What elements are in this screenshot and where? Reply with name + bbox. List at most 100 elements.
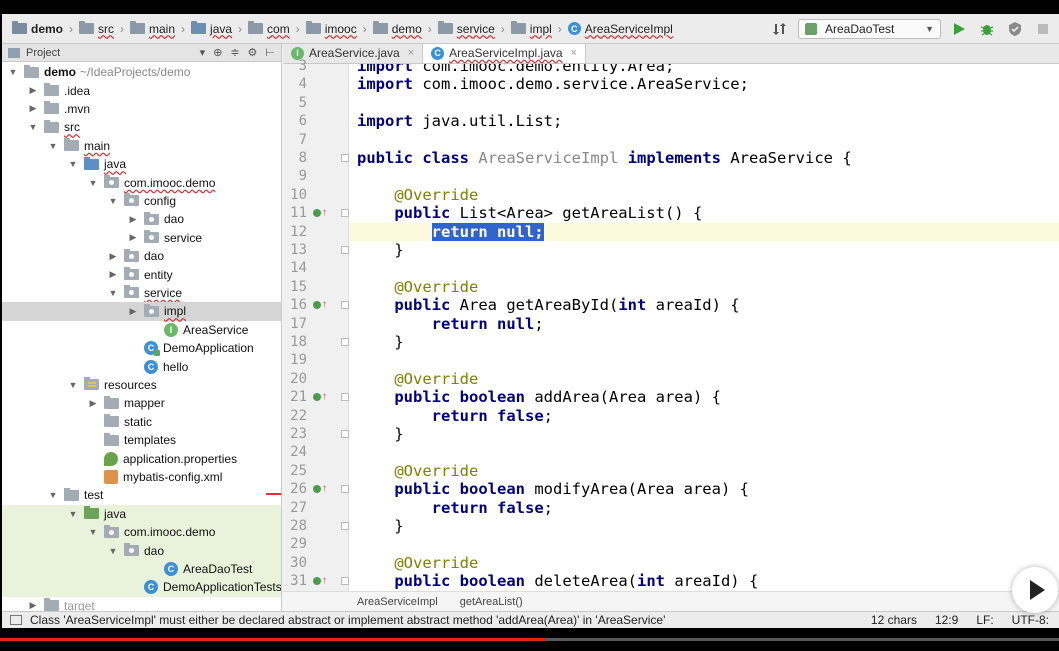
implement-method-icon[interactable]: ↑	[313, 390, 331, 404]
code-line[interactable]: }	[349, 333, 1059, 351]
breadcrumb-item[interactable]: demo	[371, 21, 424, 36]
breadcrumb-item[interactable]: impl	[509, 21, 554, 36]
code-line[interactable]: return false;	[349, 407, 1059, 425]
code-line[interactable]: public List<Area> getAreaList() {	[349, 204, 1059, 222]
code-line[interactable]	[349, 351, 1059, 369]
run-configuration-select[interactable]: AreaDaoTest ▼	[798, 18, 941, 39]
expand-open-icon[interactable]: ▼	[28, 122, 38, 132]
expand-closed-icon[interactable]: ▶	[28, 600, 38, 611]
tree-item[interactable]: ▼ src	[2, 118, 281, 136]
fold-marker-icon[interactable]	[341, 246, 349, 254]
debug-icon[interactable]	[977, 19, 997, 39]
tree-item[interactable]: ▼ java	[2, 155, 281, 173]
fold-marker-icon[interactable]	[341, 522, 349, 530]
expand-closed-icon[interactable]: ▶	[108, 269, 118, 280]
expand-closed-icon[interactable]: ▶	[108, 251, 118, 262]
code-line[interactable]	[349, 167, 1059, 185]
expand-closed-icon[interactable]: ▶	[28, 103, 38, 114]
locate-icon[interactable]: ⊕	[213, 46, 222, 59]
expand-closed-icon[interactable]: ▶	[128, 232, 138, 243]
code-line[interactable]	[349, 131, 1059, 149]
expand-closed-icon[interactable]: ▶	[88, 398, 98, 409]
tree-item[interactable]: ▶ impl	[2, 302, 281, 321]
tree-item[interactable]: ▶ dao	[2, 210, 281, 228]
breadcrumb-item[interactable]: com	[246, 21, 292, 36]
tree-item[interactable]: ▶ .mvn	[2, 100, 281, 118]
tree-item[interactable]: mybatis-config.xml	[2, 468, 281, 486]
expand-open-icon[interactable]: ▼	[88, 178, 98, 188]
status-panel-icon[interactable]	[10, 615, 22, 625]
stop-icon[interactable]	[1033, 19, 1053, 39]
tree-item[interactable]: C DemoApplicationTests	[2, 578, 281, 597]
run-icon[interactable]	[949, 19, 969, 39]
file-encoding[interactable]: UTF-8:	[1012, 613, 1049, 627]
fold-marker-icon[interactable]	[341, 338, 349, 346]
editor-tab[interactable]: C AreaServiceImpl.java ×	[423, 44, 586, 63]
close-icon[interactable]: ×	[408, 47, 414, 59]
tree-item[interactable]: ▼ dao	[2, 541, 281, 560]
tree-item[interactable]: ▼ resources	[2, 376, 281, 394]
fold-marker-icon[interactable]	[341, 485, 349, 494]
play-button[interactable]	[1012, 567, 1058, 613]
expand-open-icon[interactable]: ▼	[108, 196, 118, 206]
breadcrumb-item[interactable]: C AreaServiceImpl	[566, 22, 675, 36]
implement-method-icon[interactable]: ↑	[313, 482, 331, 496]
code-line[interactable]: import java.util.List;	[349, 112, 1059, 130]
tree-item[interactable]: ▼ test	[2, 486, 281, 504]
tree-item[interactable]: static	[2, 413, 281, 431]
tree-item[interactable]: ▼ java	[2, 504, 281, 523]
breadcrumb-item[interactable]: java	[189, 21, 234, 36]
code-line[interactable]: return null;	[349, 222, 1059, 241]
code-line[interactable]: @Override	[349, 462, 1059, 480]
line-separator[interactable]: LF:	[976, 613, 993, 627]
fold-marker-icon[interactable]	[341, 301, 349, 310]
expand-open-icon[interactable]: ▼	[68, 380, 78, 390]
code-line[interactable]: @Override	[349, 278, 1059, 296]
expand-closed-icon[interactable]: ▶	[28, 85, 38, 96]
code-line[interactable]	[349, 94, 1059, 112]
tree-item[interactable]: ▼ service	[2, 284, 281, 302]
fold-marker-icon[interactable]	[341, 154, 349, 162]
expand-open-icon[interactable]: ▼	[48, 490, 58, 500]
hide-icon[interactable]: ⊢	[265, 46, 275, 59]
chevron-down-icon[interactable]: ▾	[200, 46, 206, 59]
code-line[interactable]: }	[349, 425, 1059, 443]
fold-marker-icon[interactable]	[341, 209, 349, 218]
tree-item[interactable]: ▶ entity	[2, 265, 281, 283]
code-line[interactable]	[349, 259, 1059, 277]
code-line[interactable]: @Override	[349, 186, 1059, 204]
fold-marker-icon[interactable]	[341, 430, 349, 438]
video-progress-bar[interactable]	[0, 638, 1059, 641]
code-line[interactable]: @Override	[349, 370, 1059, 388]
code-line[interactable]: import com.imooc.demo.entity.Area;	[349, 64, 1059, 75]
tree-item[interactable]: ▶ service	[2, 229, 281, 247]
code-line[interactable]: }	[349, 517, 1059, 535]
expand-closed-icon[interactable]: ▶	[128, 306, 138, 317]
build-icon[interactable]	[770, 19, 790, 39]
tree-item[interactable]: C DemoApplication	[2, 339, 281, 357]
tree-item[interactable]: ▼ com.imooc.demo	[2, 523, 281, 542]
code-line[interactable]	[349, 443, 1059, 461]
tree-item[interactable]: application.properties	[2, 449, 281, 467]
tree-item[interactable]: ▶ mapper	[2, 394, 281, 412]
expand-open-icon[interactable]: ▼	[108, 546, 118, 556]
code-line[interactable]: public Area getAreaById(int areaId) {	[349, 296, 1059, 314]
tree-item[interactable]: C AreaDaoTest	[2, 559, 281, 579]
fold-marker-icon[interactable]	[341, 577, 349, 586]
breadcrumb-item[interactable]: main	[128, 21, 177, 36]
expand-open-icon[interactable]: ▼	[68, 159, 78, 169]
fold-marker-icon[interactable]	[341, 393, 349, 402]
code-line[interactable]: @Override	[349, 554, 1059, 572]
expand-open-icon[interactable]: ▼	[8, 67, 18, 77]
gear-icon[interactable]: ⚙	[248, 46, 258, 59]
tree-item[interactable]: ▼ com.imooc.demo	[2, 173, 281, 191]
editor-breadcrumb-method[interactable]: getAreaList()	[460, 596, 523, 608]
code-area[interactable]: import com.imooc.demo.entity.Area; import…	[349, 64, 1059, 591]
code-line[interactable]: public boolean modifyArea(Area area) {	[349, 480, 1059, 498]
coverage-icon[interactable]	[1005, 19, 1025, 39]
tree-item[interactable]: ▼ demo ~/IdeaProjects/demo	[2, 63, 281, 81]
tree-item[interactable]: ▶ .idea	[2, 81, 281, 99]
tree-item[interactable]: I AreaService	[2, 321, 281, 339]
collapse-icon[interactable]: ≑	[230, 46, 239, 59]
expand-open-icon[interactable]: ▼	[88, 527, 98, 537]
